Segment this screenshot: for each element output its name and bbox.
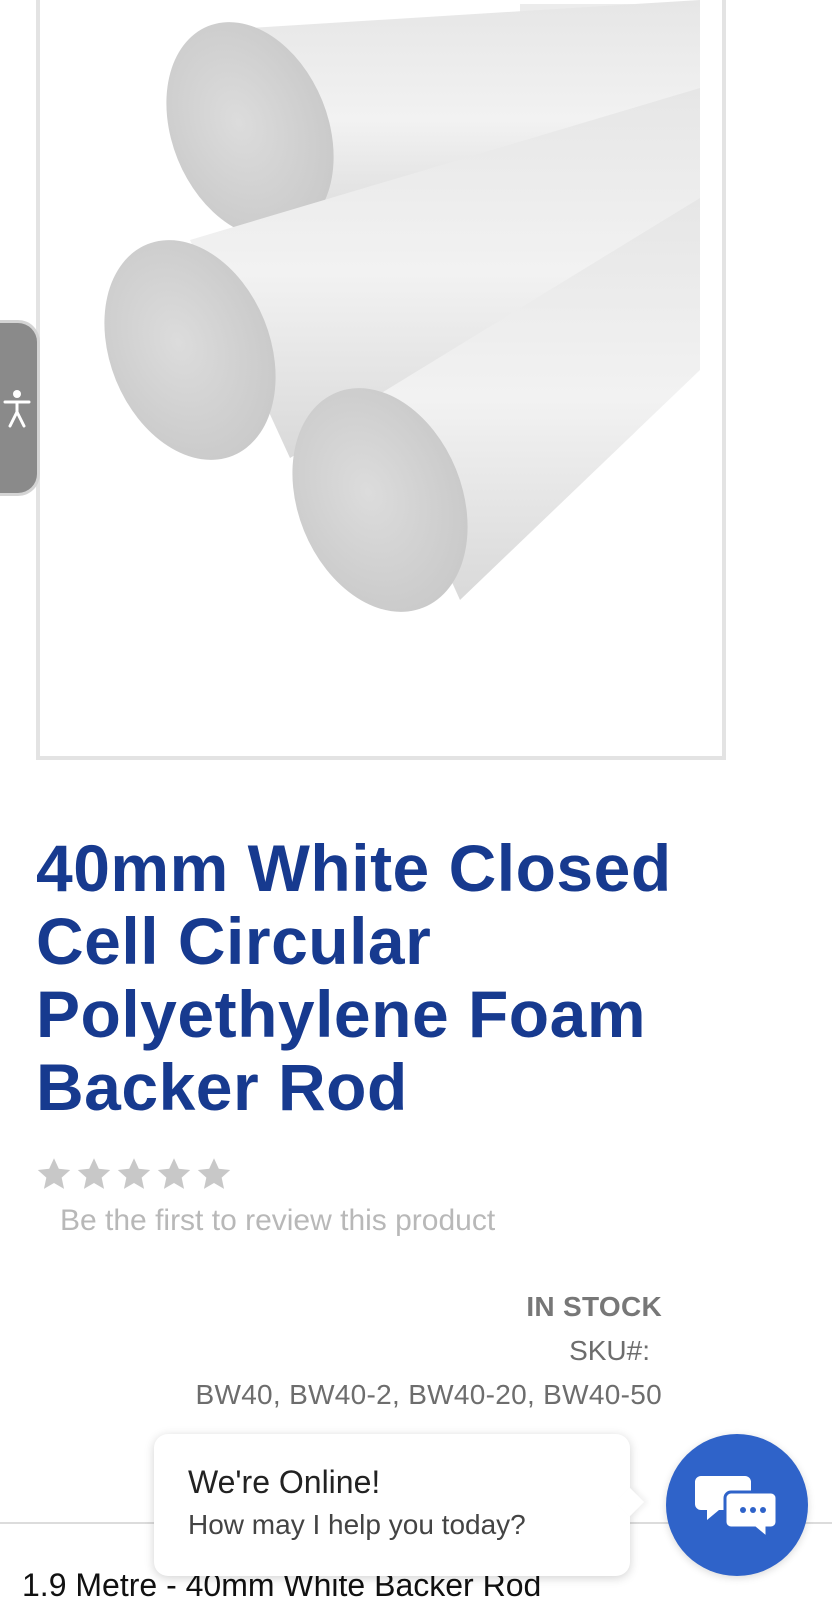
rating-stars [36, 1156, 232, 1192]
star-icon [197, 1158, 231, 1189]
chat-button[interactable] [666, 1434, 808, 1576]
chat-subtitle: How may I help you today? [188, 1509, 526, 1540]
product-title: 40mm White Closed Cell Circular Polyethy… [36, 831, 672, 1124]
accessibility-icon [3, 390, 30, 428]
product-image[interactable] [36, 0, 726, 760]
product-page: 40mm White Closed Cell Circular Polyethy… [0, 0, 832, 1600]
chat-greeting-bubble[interactable]: We're Online! How may I help you today? [154, 1434, 630, 1576]
star-icon [157, 1158, 191, 1189]
review-link[interactable]: Be the first to review this product [60, 1204, 495, 1238]
chat-icon [695, 1476, 779, 1542]
chat-title: We're Online! [188, 1464, 381, 1500]
sku-label: SKU#: [569, 1335, 650, 1366]
sku-values: BW40, BW40-2, BW40-20, BW40-50 [195, 1379, 662, 1410]
stock-status: IN STOCK [526, 1291, 662, 1322]
foam-rods-illustration [104, 0, 700, 612]
star-icon [77, 1158, 111, 1189]
accessibility-button[interactable] [0, 320, 40, 496]
star-icon [117, 1158, 151, 1189]
star-icon [37, 1158, 71, 1189]
